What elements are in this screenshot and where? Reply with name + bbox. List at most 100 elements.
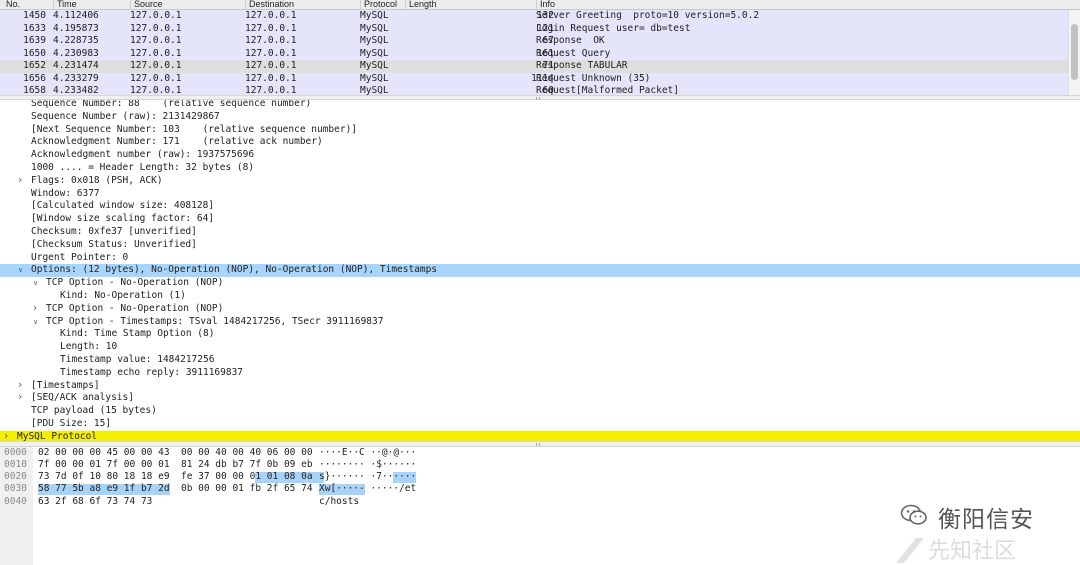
cell-time: 4.233279	[53, 72, 99, 84]
hex-row[interactable]: 0020 73 7d 0f 10 80 18 18 e9 fe 37 00 00 …	[0, 471, 1080, 484]
hex-bytes[interactable]: 73 7d 0f 10 80 18 18 e9 fe 37 00 00 01 0…	[38, 471, 313, 483]
detail-row[interactable]: TCP payload (15 bytes)	[0, 405, 1080, 418]
hex-bytes[interactable]: 63 2f 68 6f 73 74 73	[38, 496, 152, 508]
hex-offset: 0010	[4, 458, 27, 470]
cell-dst: 127.0.0.1	[245, 72, 297, 84]
cell-info: Request Query	[536, 47, 611, 59]
detail-row[interactable]: ∨ Options: (12 bytes), No-Operation (NOP)…	[0, 264, 1080, 278]
hex-ascii[interactable]: c/hosts	[319, 496, 359, 508]
detail-row[interactable]: Window: 6377	[0, 188, 1080, 201]
hex-ascii[interactable]: ········ ·$······	[319, 459, 416, 471]
column-header-info[interactable]: Info	[536, 0, 555, 10]
cell-info: Response OK	[536, 35, 605, 46]
hex-bytes[interactable]: 02 00 00 00 45 00 00 43 00 00 40 00 40 0…	[38, 447, 313, 459]
cell-src: 127.0.0.1	[130, 22, 182, 34]
cell-proto: MySQL	[360, 60, 389, 71]
cell-info: Request Unknown (35)	[536, 72, 651, 84]
packet-row[interactable]: 1450 4.112406 127.0.0.1 127.0.0.1 MySQL 132 Se…	[0, 10, 1068, 23]
cell-time: 4.195873	[53, 22, 99, 34]
chevron-right-icon[interactable]: ›	[18, 173, 22, 187]
detail-text: Timestamp value: 1484217256	[60, 354, 215, 365]
detail-row[interactable]: Urgent Pointer: 0	[0, 252, 1080, 265]
hex-bytes[interactable]: 58 77 5b a8 e9 1f b7 2d 0b 00 00 01 fb 2…	[38, 483, 313, 495]
cell-no: 1633	[23, 22, 46, 34]
detail-row[interactable]: › [SEQ/ACK analysis]	[0, 391, 1080, 405]
detail-row[interactable]: [Window size scaling factor: 64]	[0, 213, 1080, 226]
packet-row[interactable]: 1639 4.228735 127.0.0.1 127.0.0.1 MySQL 67 Res…	[0, 35, 1068, 48]
detail-text: 1000 .... = Header Length: 32 bytes (8)	[31, 162, 255, 173]
detail-row[interactable]: Acknowledgment Number: 171 (relative ack…	[0, 136, 1080, 149]
detail-row[interactable]: Timestamp echo reply: 3911169837	[0, 367, 1080, 380]
packet-details-tree[interactable]: Sequence Number: 88 (relative sequence n…	[0, 100, 1080, 441]
packet-row[interactable]: 1656 4.233279 127.0.0.1 127.0.0.1 MySQL 1114 R…	[0, 72, 1068, 85]
cell-info: Response TABULAR	[536, 60, 628, 71]
chevron-down-icon[interactable]: ∨	[33, 277, 38, 290]
packet-row[interactable]: 1633 4.195873 127.0.0.1 127.0.0.1 MySQL 121 Lo…	[0, 22, 1068, 35]
detail-row[interactable]: Kind: Time Stamp Option (8)	[0, 328, 1080, 341]
detail-row[interactable]: Length: 10	[0, 341, 1080, 354]
detail-row[interactable]: [Next Sequence Number: 103 (relative seq…	[0, 124, 1080, 137]
column-header-proto[interactable]: Protocol	[360, 0, 397, 10]
ghost-logo: 先知社区	[896, 538, 1016, 564]
detail-text: TCP Option - No-Operation (NOP)	[46, 277, 224, 289]
detail-text: Kind: Time Stamp Option (8)	[60, 328, 215, 340]
cell-no: 1639	[23, 35, 46, 46]
chevron-down-icon[interactable]: ∨	[18, 264, 23, 277]
chevron-down-icon[interactable]: ∨	[33, 316, 38, 329]
hex-row[interactable]: 0030 58 77 5b a8 e9 1f b7 2d 0b 00 00 01 …	[0, 483, 1080, 496]
packet-row[interactable]: 1652 4.231474 127.0.0.1 127.0.0.1 MySQL 71 Res…	[0, 60, 1068, 73]
chevron-right-icon[interactable]: ›	[33, 301, 37, 315]
cell-proto: MySQL	[360, 10, 389, 21]
detail-text: [Window size scaling factor: 64]	[31, 213, 215, 225]
detail-row[interactable]: [Checksum Status: Unverified]	[0, 239, 1080, 252]
detail-text: [Next Sequence Number: 103 (relative seq…	[31, 123, 358, 135]
column-header-src[interactable]: Source	[130, 0, 163, 10]
packet-list-scrollbar[interactable]	[1068, 10, 1080, 95]
column-header-len[interactable]: Length	[405, 0, 437, 10]
detail-row[interactable]: 1000 .... = Header Length: 32 bytes (8)	[0, 162, 1080, 175]
detail-row[interactable]: Checksum: 0xfe37 [unverified]	[0, 226, 1080, 239]
packet-row[interactable]: 1650 4.230983 127.0.0.1 127.0.0.1 MySQL 161 Re…	[0, 47, 1068, 60]
detail-row[interactable]: Kind: No-Operation (1)	[0, 290, 1080, 303]
hex-ascii[interactable]: Xw[····- ·····/et	[319, 483, 416, 495]
hex-row[interactable]: 0000 02 00 00 00 45 00 00 43 00 00 40 00 …	[0, 447, 1080, 459]
hex-row[interactable]: 0010 7f 00 00 01 7f 00 00 01 81 24 db b7 …	[0, 459, 1080, 471]
detail-row[interactable]: [PDU Size: 15]	[0, 418, 1080, 431]
hex-offset: 0020	[4, 471, 27, 483]
detail-row[interactable]: Acknowledgment number (raw): 1937575696	[0, 149, 1080, 162]
cell-no: 1656	[23, 72, 46, 84]
detail-row[interactable]: ∨ TCP Option - Timestamps: TSval 14842172…	[0, 316, 1080, 329]
cell-proto: MySQL	[360, 35, 389, 46]
column-header-dst[interactable]: Destination	[245, 0, 294, 10]
detail-row[interactable]: [Calculated window size: 408128]	[0, 200, 1080, 213]
hex-ascii[interactable]: ····E··C ··@·@···	[319, 447, 416, 459]
hex-ascii[interactable]: s}······ ·7······	[319, 471, 416, 483]
detail-row[interactable]: ∨ TCP Option - No-Operation (NOP)	[0, 277, 1080, 290]
detail-row[interactable]: Timestamp value: 1484217256	[0, 354, 1080, 367]
cell-info: Request[Malformed Packet]	[536, 85, 679, 95]
cell-dst: 127.0.0.1	[245, 22, 297, 34]
detail-row[interactable]: › Flags: 0x018 (PSH, ACK)	[0, 173, 1080, 188]
packet-row[interactable]: 1658 4.233482 127.0.0.1 127.0.0.1 MySQL 60 Req…	[0, 85, 1068, 95]
chevron-right-icon[interactable]: ›	[18, 391, 22, 404]
column-header-time[interactable]: Time	[53, 0, 77, 10]
detail-row[interactable]: Sequence Number (raw): 2131429867	[0, 111, 1080, 124]
cell-no: 1658	[23, 85, 46, 95]
detail-row[interactable]: › [Timestamps]	[0, 378, 1080, 393]
hex-bytes[interactable]: 7f 00 00 01 7f 00 00 01 81 24 db b7 7f 0…	[38, 459, 313, 471]
cell-proto: MySQL	[360, 47, 389, 59]
cell-no: 1450	[23, 10, 46, 21]
packet-list-header[interactable]: No. Time Source Destination Protocol Length In…	[0, 0, 1080, 10]
scrollbar-thumb[interactable]	[1071, 24, 1078, 80]
chevron-right-icon[interactable]: ›	[4, 429, 8, 441]
mysql-protocol-row[interactable]: › MySQL Protocol	[0, 429, 1080, 441]
detail-row[interactable]: › TCP Option - No-Operation (NOP)	[0, 301, 1080, 316]
detail-text: Options: (12 bytes), No-Operation (NOP),…	[31, 264, 438, 276]
column-header-no[interactable]: No.	[3, 0, 20, 10]
detail-row[interactable]: Sequence Number: 88 (relative sequence n…	[0, 100, 1080, 111]
detail-text: Kind: No-Operation (1)	[60, 290, 186, 301]
hex-offset: 0040	[4, 495, 27, 507]
detail-text: MySQL Protocol	[17, 430, 98, 441]
packet-list[interactable]: No. Time Source Destination Protocol Length In…	[0, 0, 1080, 95]
hex-offset: 0030	[4, 483, 27, 495]
